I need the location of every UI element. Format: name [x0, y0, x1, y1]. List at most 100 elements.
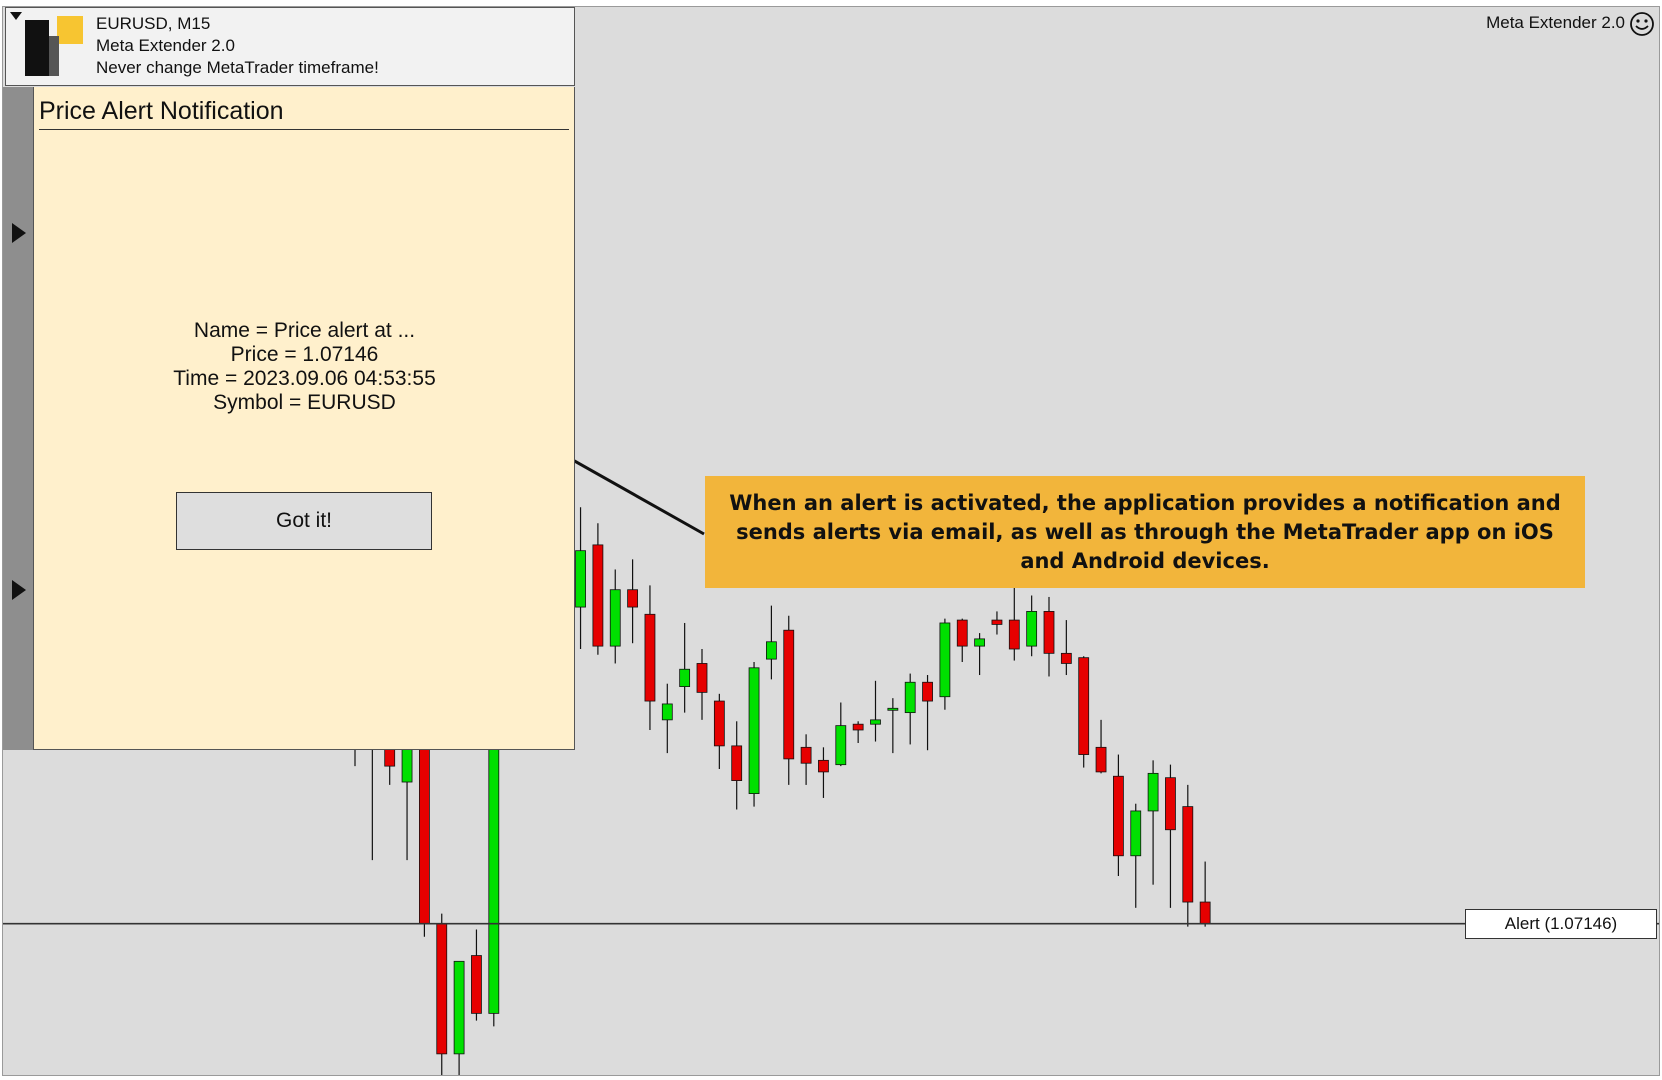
candle	[1078, 656, 1090, 768]
candle	[991, 611, 1003, 635]
price-alert-notification-panel: Price Alert Notification Name = Price al…	[34, 87, 575, 750]
bull-candle-body	[904, 681, 916, 714]
chart-info-box: EURUSD, M15 Meta Extender 2.0 Never chan…	[5, 7, 575, 86]
bear-candle-body	[800, 746, 812, 764]
bull-candle-body	[575, 550, 586, 608]
smiley-icon[interactable]	[1629, 11, 1655, 37]
alert-price-detail: Price = 1.07146	[230, 343, 379, 366]
bull-candle-body	[1130, 810, 1142, 857]
bull-candle-body	[609, 589, 621, 647]
bear-candle-body	[696, 663, 708, 693]
candle	[609, 569, 621, 664]
bear-candle-body	[1182, 806, 1194, 903]
bull-candle-body	[835, 725, 847, 766]
candle	[922, 675, 933, 751]
candle	[1165, 764, 1176, 908]
candle	[956, 618, 968, 663]
bear-candle-body	[1199, 901, 1211, 925]
candle	[783, 615, 795, 785]
alert-time-detail: Time = 2023.09.06 04:53:55	[173, 367, 436, 390]
bull-candle-body	[748, 667, 760, 794]
candle	[731, 721, 743, 810]
bull-candle-body	[679, 668, 691, 687]
bull-candle-body	[488, 729, 500, 1014]
candle	[1113, 754, 1124, 877]
candle	[661, 683, 673, 754]
bear-candle-body	[1060, 652, 1072, 664]
candle	[766, 605, 777, 680]
bear-candle-body	[713, 700, 725, 747]
candle	[887, 698, 899, 754]
bear-candle-body	[783, 629, 795, 760]
candle	[453, 960, 465, 1075]
candle	[1060, 620, 1072, 676]
candle	[627, 559, 638, 644]
candle	[870, 680, 881, 742]
bear-candle-body	[471, 955, 482, 1014]
bull-candle-body	[870, 719, 881, 725]
panel-title: Price Alert Notification	[39, 97, 569, 130]
candle	[835, 702, 847, 767]
bear-candle-body	[1078, 657, 1090, 755]
tagline-label: Never change MetaTrader timeframe!	[96, 58, 379, 77]
bear-candle-body	[731, 745, 743, 781]
candle	[696, 649, 708, 720]
candle	[575, 507, 586, 649]
candle	[904, 673, 916, 745]
candle	[713, 693, 725, 770]
brand-label: Meta Extender 2.0	[1486, 13, 1625, 32]
bear-candle-body	[1095, 746, 1107, 773]
expand-arrow-icon[interactable]	[12, 580, 26, 600]
bull-candle-body	[1026, 611, 1038, 647]
bear-candle-body	[818, 759, 829, 773]
candle	[939, 618, 951, 710]
bear-candle-body	[627, 589, 638, 608]
candle	[1095, 719, 1107, 774]
expand-arrow-icon[interactable]	[12, 223, 26, 243]
chart-window[interactable]: EURUSD, M15 Meta Extender 2.0 Never chan…	[2, 6, 1660, 1076]
candle	[748, 662, 760, 807]
got-it-button[interactable]: Got it!	[176, 492, 432, 550]
candle	[1147, 760, 1159, 885]
bear-candle-body	[956, 619, 968, 647]
candle	[471, 929, 482, 1021]
bear-candle-body	[991, 619, 1003, 625]
alert-name-line: Name = Price alert at ...	[193, 319, 416, 342]
candle	[1182, 784, 1194, 927]
candle	[818, 747, 829, 798]
candle	[974, 633, 985, 676]
bear-candle-body	[592, 544, 604, 647]
callout-box: When an alert is activated, the applicat…	[705, 476, 1585, 588]
candle	[1043, 596, 1055, 677]
candle	[679, 622, 691, 713]
bull-candle-body	[887, 707, 899, 711]
candle	[1008, 578, 1020, 661]
dropdown-arrow-icon[interactable]	[10, 12, 22, 20]
bear-candle-body	[852, 723, 864, 731]
bear-candle-body	[1113, 775, 1124, 857]
bear-candle-body	[1165, 777, 1176, 831]
alert-price-tag[interactable]: Alert (1.07146)	[1465, 908, 1657, 939]
callout-text: When an alert is activated, the applicat…	[729, 490, 1561, 573]
bear-candle-body	[436, 923, 448, 1055]
symbol-timeframe-label: EURUSD, M15	[96, 14, 211, 33]
bear-candle-body	[644, 613, 656, 702]
bull-candle-body	[766, 641, 777, 660]
bull-candle-body	[1147, 772, 1159, 812]
bull-candle-body	[974, 638, 985, 647]
bear-candle-body	[922, 681, 933, 702]
candle	[1026, 595, 1038, 657]
bear-candle-body	[1008, 619, 1020, 650]
candle	[1130, 803, 1142, 908]
candle	[1199, 861, 1211, 927]
bull-candle-body	[939, 622, 951, 698]
candle	[436, 913, 448, 1075]
meta-extender-logo-icon	[25, 16, 83, 76]
candle	[800, 734, 812, 785]
bear-candle-body	[1043, 611, 1055, 654]
bull-candle-body	[453, 960, 465, 1055]
panel-side-strip	[3, 87, 34, 750]
candle	[644, 585, 656, 730]
app-name-label: Meta Extender 2.0	[96, 36, 235, 55]
candle	[852, 721, 864, 743]
